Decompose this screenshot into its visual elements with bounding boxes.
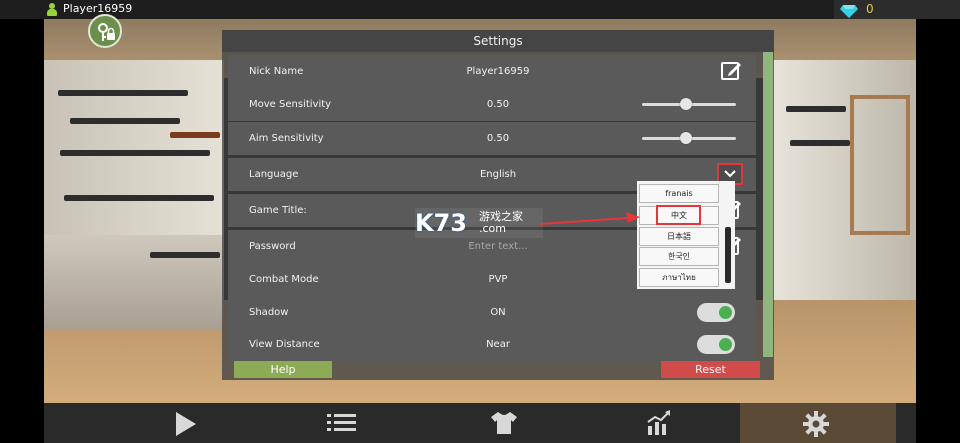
shadow-label: Shadow [249, 307, 289, 318]
move-sensitivity-value: 0.50 [486, 99, 510, 110]
scene-rifle [786, 106, 846, 112]
move-sensitivity-label: Move Sensitivity [249, 99, 332, 110]
combat-mode-label: Combat Mode [249, 274, 319, 285]
nickname-value: Player16959 [466, 66, 530, 77]
stats-icon [647, 410, 670, 435]
nav-list[interactable] [291, 403, 391, 443]
setting-row-nickname: Nick Name Player16959 [228, 55, 756, 88]
nickname-label: Nick Name [249, 66, 304, 77]
gem-count: 0 [866, 2, 874, 16]
bottom-navigation [44, 403, 916, 443]
scene-counter [44, 235, 224, 330]
list-icon [327, 414, 356, 431]
player-name: Player16959 [63, 2, 133, 15]
scene-rifle [150, 252, 220, 258]
play-icon [176, 412, 196, 436]
scene-rifle [64, 195, 214, 201]
k73-watermark-logo: K73 游戏之家 .com [415, 208, 543, 238]
annotation-arrow [540, 212, 640, 225]
scene-left-border [0, 0, 44, 443]
password-label: Password [249, 241, 296, 252]
annotation-highlight-box [656, 205, 701, 225]
shadow-value: ON [490, 307, 506, 318]
watermark-main: K73 [415, 209, 467, 237]
diamond-icon [840, 3, 858, 22]
language-label: Language [249, 169, 299, 180]
view-distance-label: View Distance [249, 339, 320, 350]
chevron-down-icon [724, 170, 736, 178]
status-bar [0, 0, 960, 19]
settings-title: Settings [222, 30, 774, 52]
aim-sensitivity-value: 0.50 [486, 133, 510, 144]
setting-row-view-distance: View Distance Near [228, 328, 756, 361]
gear-icon [803, 411, 829, 437]
scene-rifle [58, 90, 188, 96]
watermark-com: .com [479, 222, 506, 235]
aim-sensitivity-label: Aim Sensitivity [249, 133, 324, 144]
shadow-toggle[interactable] [697, 303, 735, 322]
scene-rifle [60, 150, 210, 156]
edit-icon[interactable] [720, 60, 742, 82]
nav-stats[interactable] [608, 403, 708, 443]
dropdown-scrollbar[interactable] [725, 227, 731, 283]
setting-row-move-sensitivity: Move Sensitivity 0.50 [228, 88, 756, 121]
settings-scrollbar[interactable] [763, 52, 773, 357]
combat-mode-value: PVP [488, 274, 508, 285]
language-dropdown-list: franais 中文 日本語 한국인 ภาษาไทย [637, 181, 735, 289]
aim-sensitivity-slider-knob[interactable] [680, 132, 692, 144]
language-option[interactable]: ภาษาไทย [639, 268, 719, 287]
view-distance-toggle[interactable] [697, 335, 735, 354]
scene-rifle [790, 140, 850, 146]
language-option[interactable]: franais [639, 184, 719, 203]
nav-settings[interactable] [740, 403, 896, 443]
move-sensitivity-slider-knob[interactable] [680, 98, 692, 110]
key-lock-icon [98, 23, 115, 41]
scene-rack [850, 95, 910, 235]
game-title-label: Game Title: [249, 205, 307, 216]
scene-rifle [70, 118, 180, 124]
language-value: English [479, 169, 517, 180]
reset-button[interactable]: Reset [661, 361, 760, 378]
language-option[interactable]: 日本語 [639, 227, 719, 246]
scene-rifle [170, 132, 220, 138]
language-option[interactable]: 한국인 [639, 247, 719, 266]
help-button[interactable]: Help [234, 361, 332, 378]
player-icon [46, 3, 58, 16]
setting-row-shadow: Shadow ON [228, 296, 756, 329]
shirt-icon [491, 412, 517, 434]
scene-right-border [916, 0, 960, 443]
view-distance-value: Near [486, 339, 510, 350]
nav-play[interactable] [136, 403, 236, 443]
key-lock-button[interactable] [88, 14, 122, 48]
setting-row-aim-sensitivity: Aim Sensitivity 0.50 [228, 122, 756, 155]
nav-skins[interactable] [454, 403, 554, 443]
